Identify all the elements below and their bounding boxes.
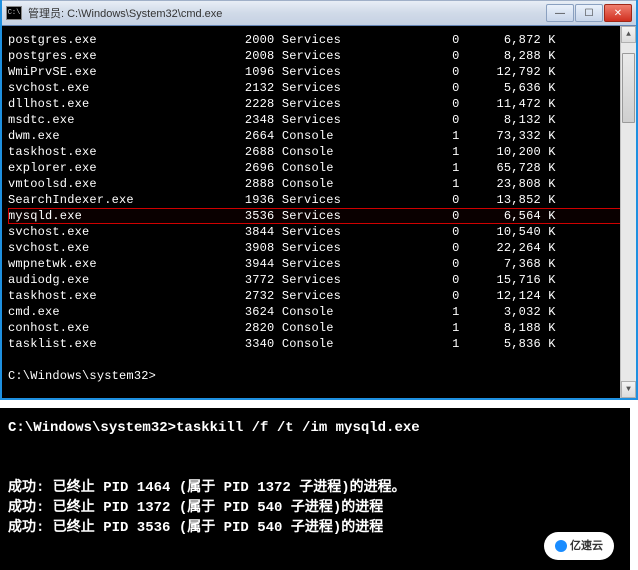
watermark-logo-icon [555,540,567,552]
process-row: mysqld.exe 3536 Services 0 6,564 K [8,208,630,224]
vertical-scrollbar[interactable]: ▲ ▼ [620,26,636,398]
process-row: vmtoolsd.exe 2888 Console 1 23,808 K [8,176,630,192]
process-row: wmpnetwk.exe 3944 Services 0 7,368 K [8,256,630,272]
terminal-output[interactable]: postgres.exe 2000 Services 0 6,872 Kpost… [2,26,636,398]
command-prompt[interactable]: C:\Windows\system32> [8,368,630,384]
output-line: 成功: 已终止 PID 1372 (属于 PID 540 子进程)的进程 [8,498,622,518]
process-row: WmiPrvSE.exe 1096 Services 0 12,792 K [8,64,630,80]
window-title: 管理员: C:\Windows\System32\cmd.exe [28,5,545,21]
minimize-button[interactable]: — [546,4,574,22]
close-button[interactable]: ✕ [604,4,632,22]
cmd-window: C:\ 管理员: C:\Windows\System32\cmd.exe — ☐… [0,0,638,400]
blank-line [8,352,630,368]
process-row: dllhost.exe 2228 Services 0 11,472 K [8,96,630,112]
maximize-button[interactable]: ☐ [575,4,603,22]
process-row: svchost.exe 2132 Services 0 5,636 K [8,80,630,96]
process-row: cmd.exe 3624 Console 1 3,032 K [8,304,630,320]
scroll-down-arrow-icon[interactable]: ▼ [621,381,636,398]
process-row: tasklist.exe 3340 Console 1 5,836 K [8,336,630,352]
output-line: 成功: 已终止 PID 1464 (属于 PID 1372 子进程)的进程。 [8,478,622,498]
watermark-badge: 亿速云 [544,532,614,560]
titlebar[interactable]: C:\ 管理员: C:\Windows\System32\cmd.exe — ☐… [2,0,636,26]
scrollbar-track[interactable] [621,43,636,381]
process-row: taskhost.exe 2732 Services 0 12,124 K [8,288,630,304]
system-menu-icon[interactable]: C:\ [6,6,22,20]
process-row: svchost.exe 3908 Services 0 22,264 K [8,240,630,256]
scrollbar-thumb[interactable] [622,53,635,123]
process-row: conhost.exe 2820 Console 1 8,188 K [8,320,630,336]
command-line: C:\Windows\system32>taskkill /f /t /im m… [8,418,622,438]
process-row: explorer.exe 2696 Console 1 65,728 K [8,160,630,176]
process-row: dwm.exe 2664 Console 1 73,332 K [8,128,630,144]
watermark-text: 亿速云 [570,536,603,556]
process-row: msdtc.exe 2348 Services 0 8,132 K [8,112,630,128]
window-buttons: — ☐ ✕ [545,4,632,22]
process-row: SearchIndexer.exe 1936 Services 0 13,852… [8,192,630,208]
output-line: 成功: 已终止 PID 3536 (属于 PID 540 子进程)的进程 [8,518,622,538]
process-row: audiodg.exe 3772 Services 0 15,716 K [8,272,630,288]
process-row: taskhost.exe 2688 Console 1 10,200 K [8,144,630,160]
process-row: postgres.exe 2008 Services 0 8,288 K [8,48,630,64]
process-row: postgres.exe 2000 Services 0 6,872 K [8,32,630,48]
terminal-output-2: C:\Windows\system32>taskkill /f /t /im m… [0,408,630,570]
process-row: svchost.exe 3844 Services 0 10,540 K [8,224,630,240]
scroll-up-arrow-icon[interactable]: ▲ [621,26,636,43]
